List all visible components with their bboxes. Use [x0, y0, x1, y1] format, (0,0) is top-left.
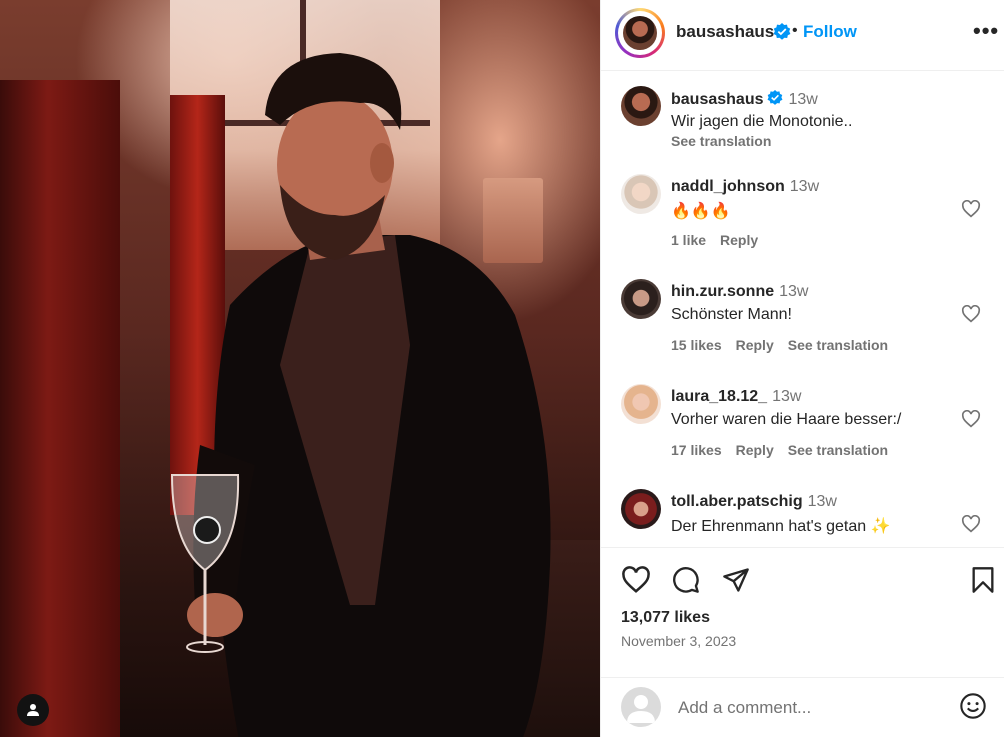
- comment-avatar[interactable]: [621, 279, 661, 319]
- current-user-avatar: [621, 687, 661, 727]
- see-translation-link[interactable]: See translation: [671, 133, 771, 149]
- comment-avatar[interactable]: [621, 384, 661, 424]
- post-actions: 13,077 likes November 3, 2023: [601, 547, 1004, 688]
- header-separator: •: [792, 22, 798, 39]
- post-photo[interactable]: [0, 0, 600, 737]
- comment-time[interactable]: 13w: [772, 388, 801, 405]
- comment-time[interactable]: 13w: [790, 178, 819, 195]
- more-options-icon[interactable]: •••: [973, 20, 999, 42]
- likes-count[interactable]: 13,077 likes: [621, 609, 710, 627]
- comment-text: Der Ehrenmann hat's getan ✨: [671, 518, 891, 535]
- heart-icon[interactable]: [961, 410, 981, 428]
- heart-icon[interactable]: [961, 305, 981, 323]
- comment-composer: [601, 677, 1004, 738]
- author-avatar[interactable]: [615, 8, 665, 58]
- comment-text: Vorher waren die Haare besser:/: [671, 411, 902, 428]
- verified-badge-icon: [773, 23, 791, 40]
- post-header: bausashaus • Follow •••: [601, 0, 1004, 71]
- reply-button[interactable]: Reply: [736, 442, 774, 458]
- share-icon[interactable]: [721, 566, 751, 594]
- caption-time[interactable]: 13w: [788, 91, 817, 108]
- see-translation-link[interactable]: See translation: [788, 337, 888, 353]
- comment-input[interactable]: [676, 695, 940, 721]
- verified-badge-icon: [768, 90, 783, 105]
- heart-icon[interactable]: [621, 566, 651, 594]
- comment-likes[interactable]: 15 likes: [671, 337, 722, 353]
- caption-avatar[interactable]: [621, 86, 661, 126]
- comment-username[interactable]: naddl_johnson: [671, 178, 785, 195]
- bookmark-icon[interactable]: [971, 566, 995, 594]
- comment-username[interactable]: hin.zur.sonne: [671, 283, 774, 300]
- heart-icon[interactable]: [961, 200, 981, 218]
- photo-curtain: [0, 80, 120, 737]
- see-translation-link[interactable]: See translation: [788, 442, 888, 458]
- comment-time[interactable]: 13w: [808, 493, 837, 510]
- reply-button[interactable]: Reply: [736, 337, 774, 353]
- comment-icon[interactable]: [671, 566, 701, 594]
- post-date[interactable]: November 3, 2023: [621, 633, 736, 649]
- follow-button[interactable]: Follow: [803, 22, 857, 42]
- photo-man: [170, 53, 551, 737]
- comment-meta: 15 likes Reply See translation: [671, 337, 902, 353]
- comment-meta: 1 like Reply: [671, 232, 772, 248]
- emoji-icon[interactable]: [959, 692, 987, 720]
- comment-avatar[interactable]: [621, 489, 661, 529]
- user-tag-icon[interactable]: [17, 694, 49, 726]
- author-username[interactable]: bausashaus: [676, 22, 774, 42]
- comments-list[interactable]: bausashaus 13w Wir jagen die Monotonie.. …: [601, 71, 1004, 547]
- comment-text: Schönster Mann!: [671, 306, 792, 323]
- caption-text: Wir jagen die Monotonie..: [671, 113, 853, 130]
- caption-username[interactable]: bausashaus: [671, 91, 763, 108]
- comment-time[interactable]: 13w: [779, 283, 808, 300]
- reply-button[interactable]: Reply: [720, 232, 758, 248]
- comment-likes[interactable]: 17 likes: [671, 442, 722, 458]
- post-sidebar: bausashaus • Follow ••• bausashaus 13w Wi…: [600, 0, 1004, 737]
- heart-icon[interactable]: [961, 515, 981, 533]
- comment-meta: 17 likes Reply See translation: [671, 442, 902, 458]
- comment-text: 🔥🔥🔥: [671, 203, 731, 220]
- comment-likes[interactable]: 1 like: [671, 232, 706, 248]
- comment-username[interactable]: laura_18.12_: [671, 388, 767, 405]
- comment-username[interactable]: toll.aber.patschig: [671, 493, 803, 510]
- comment-avatar[interactable]: [621, 174, 661, 214]
